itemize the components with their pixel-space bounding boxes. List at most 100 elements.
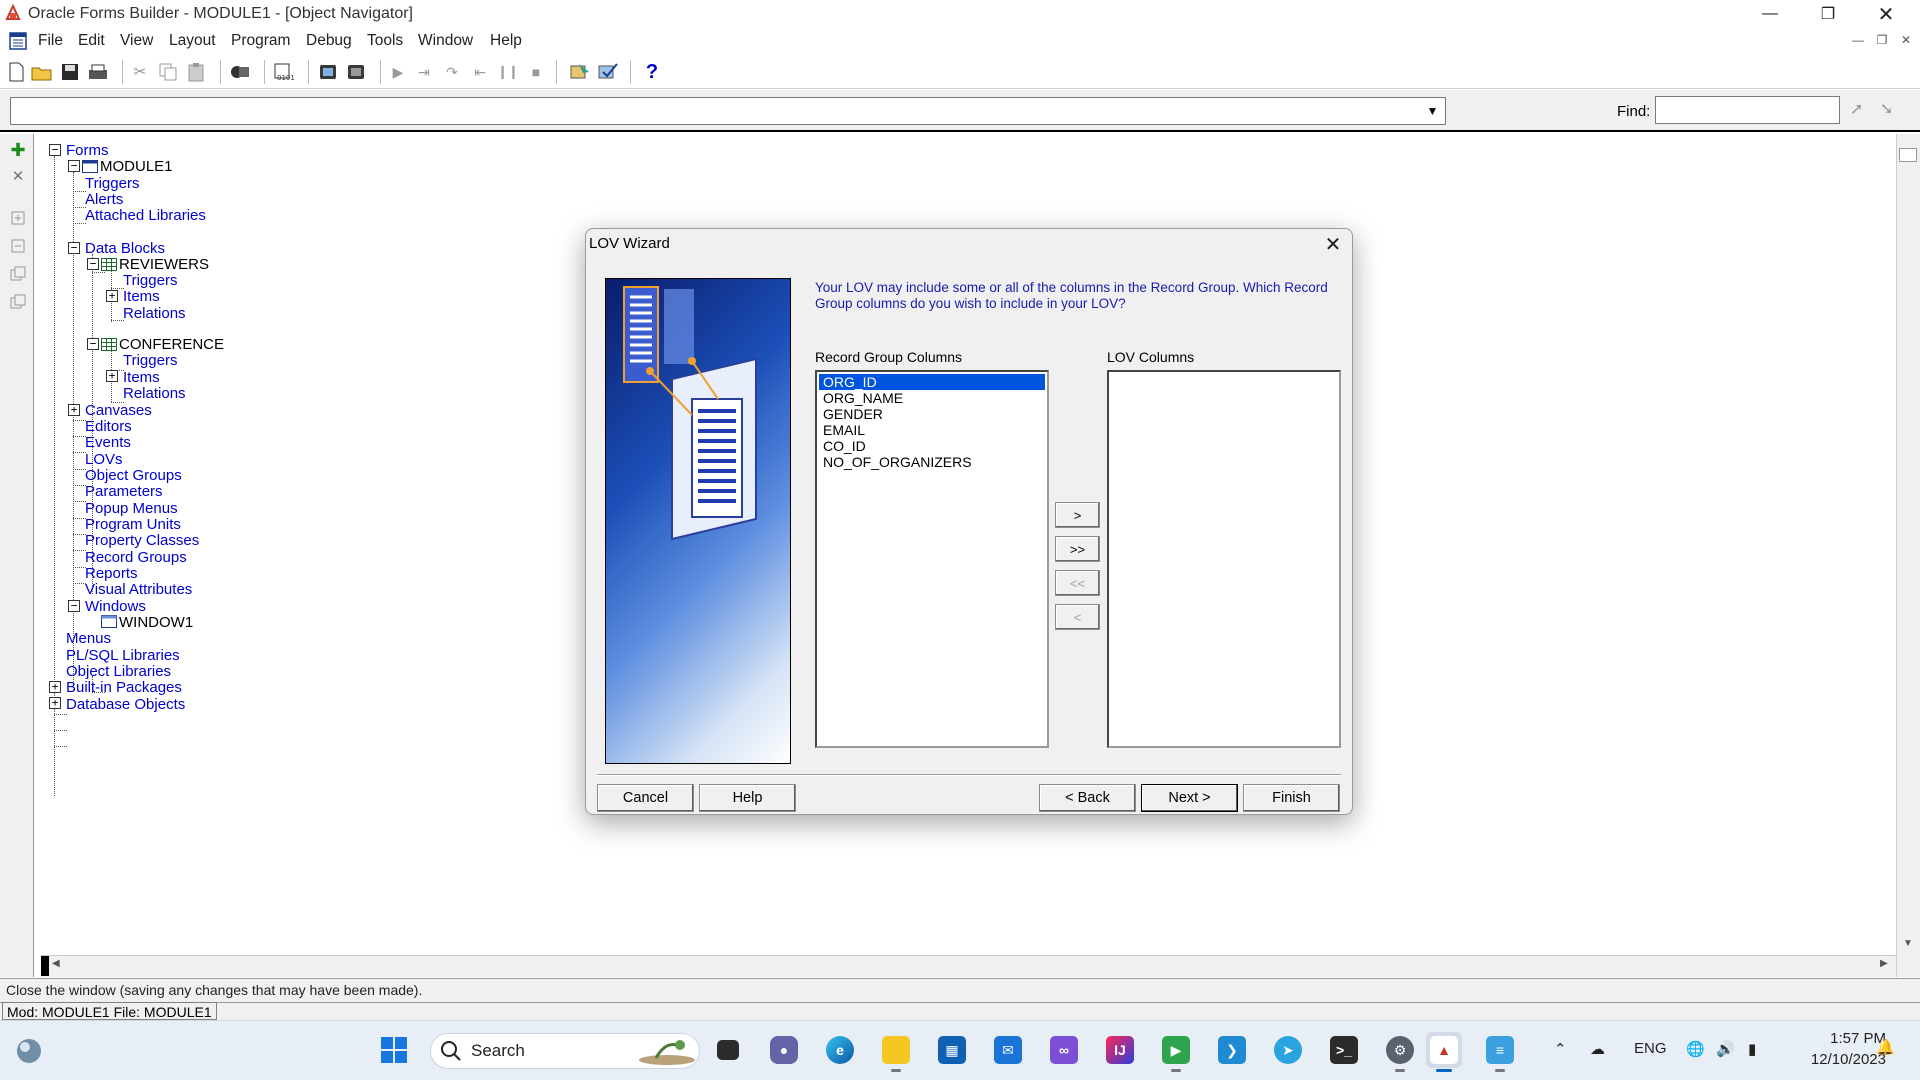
chevron-down-icon[interactable]: ▼	[1420, 98, 1445, 124]
run-debug-icon[interactable]	[568, 60, 592, 84]
horizontal-scrollbar[interactable]	[41, 955, 1896, 977]
debug-go-icon[interactable]: ▶	[386, 60, 410, 84]
scroll-thumb[interactable]	[1899, 148, 1917, 162]
move-selected-right-button[interactable]: >	[1055, 502, 1100, 528]
tree-node-items[interactable]: Items	[123, 369, 160, 386]
language-indicator[interactable]: ENG	[1634, 1040, 1667, 1057]
tree-node-canvases[interactable]: Canvases	[85, 402, 152, 419]
menu-tools[interactable]: Tools	[367, 32, 403, 50]
close-icon[interactable]: ✕	[1858, 0, 1914, 28]
menu-edit[interactable]: Edit	[78, 32, 105, 50]
document-icon[interactable]	[8, 31, 28, 51]
back-button[interactable]: < Back	[1039, 784, 1136, 812]
new-icon[interactable]	[4, 60, 28, 84]
mdi-restore-icon[interactable]: ❐	[1872, 32, 1892, 50]
tree-node-lovs[interactable]: LOVs	[85, 451, 123, 468]
tree-node-module1[interactable]: MODULE1	[100, 158, 173, 175]
tree-node-windows[interactable]: Windows	[85, 598, 146, 615]
clock-date[interactable]: 12/10/2023	[1786, 1051, 1886, 1068]
start-icon[interactable]	[376, 1032, 412, 1068]
tree-node-forms[interactable]: Forms	[66, 142, 109, 159]
scroll-right-icon[interactable]: ▶	[1880, 958, 1894, 974]
vertical-scrollbar[interactable]	[1896, 134, 1920, 977]
teams-chat-icon[interactable]: ●	[766, 1032, 802, 1068]
tree-node-conference[interactable]: CONFERENCE	[119, 336, 224, 353]
vscode-icon[interactable]: ❯	[1214, 1032, 1250, 1068]
create-icon[interactable]: ✚	[8, 140, 28, 160]
copy-icon[interactable]	[156, 60, 180, 84]
check-icon[interactable]	[596, 60, 620, 84]
finish-button[interactable]: Finish	[1243, 784, 1340, 812]
expand-all-icon[interactable]	[8, 264, 28, 284]
tree-node-alerts[interactable]: Alerts	[85, 191, 123, 208]
notepad-icon[interactable]: ≡	[1482, 1032, 1518, 1072]
tree-node-reviewers[interactable]: REVIEWERS	[119, 256, 209, 273]
step-over-icon[interactable]: ↷	[440, 60, 464, 84]
scroll-thumb[interactable]	[41, 956, 49, 976]
tree-node-attached-libraries[interactable]: Attached Libraries	[85, 207, 206, 224]
tree-node-triggers[interactable]: Triggers	[123, 352, 177, 369]
store-icon[interactable]: ▦	[934, 1032, 970, 1068]
tree-node-events[interactable]: Events	[85, 434, 131, 451]
tree-node-visual-attributes[interactable]: Visual Attributes	[85, 581, 192, 598]
minimize-icon[interactable]: —	[1742, 0, 1798, 28]
collapse-all-icon[interactable]	[8, 292, 28, 312]
tree-node-items[interactable]: Items	[123, 288, 160, 305]
list-item[interactable]: NO_OF_ORGANIZERS	[821, 454, 972, 470]
help-button[interactable]: Help	[699, 784, 796, 812]
print-icon[interactable]	[86, 60, 110, 84]
onedrive-icon[interactable]: ☁	[1590, 1040, 1605, 1058]
edge-icon[interactable]: e	[822, 1032, 858, 1068]
settings-gear-icon[interactable]: ⚙	[1382, 1032, 1418, 1072]
list-item[interactable]: GENDER	[821, 406, 883, 422]
cancel-button[interactable]: Cancel	[597, 784, 694, 812]
intellij-icon[interactable]: IJ	[1102, 1032, 1138, 1068]
move-all-left-button[interactable]: <<	[1055, 570, 1100, 596]
tree-node-parameters[interactable]: Parameters	[85, 483, 163, 500]
tree-node-data-blocks[interactable]: Data Blocks	[85, 240, 165, 257]
tree-expand-toggle[interactable]: +	[49, 681, 61, 693]
find-next-icon[interactable]: ➚	[1850, 99, 1872, 121]
media-player-icon[interactable]: ▶	[1158, 1032, 1194, 1072]
pause-icon[interactable]: ❙❙	[496, 60, 520, 84]
tree-node-popup-menus[interactable]: Popup Menus	[85, 500, 178, 517]
move-all-right-button[interactable]: >>	[1055, 536, 1100, 562]
mdi-close-icon[interactable]: ✕	[1896, 32, 1916, 50]
restore-icon[interactable]: ❐	[1800, 0, 1856, 28]
menu-layout[interactable]: Layout	[169, 32, 216, 50]
tree-expand-toggle[interactable]: +	[106, 290, 118, 302]
tree-expand-toggle[interactable]: +	[49, 697, 61, 709]
scroll-down-icon[interactable]: ▼	[1898, 938, 1918, 952]
find-input[interactable]	[1655, 96, 1840, 124]
step-out-icon[interactable]: ⇤	[468, 60, 492, 84]
next-button[interactable]: Next >	[1141, 784, 1238, 812]
stop-icon[interactable]: ■	[524, 60, 548, 84]
tree-node-relations[interactable]: Relations	[123, 385, 186, 402]
menu-file[interactable]: File	[38, 32, 63, 50]
record-group-columns-list[interactable]: ORG_ID ORG_NAME GENDER EMAIL CO_ID NO_OF…	[815, 370, 1049, 748]
tree-node-object-libraries[interactable]: Object Libraries	[66, 663, 171, 680]
lov-columns-list[interactable]	[1107, 370, 1341, 748]
tree-node-menus[interactable]: Menus	[66, 630, 111, 647]
visual-studio-icon[interactable]: ∞	[1046, 1032, 1082, 1068]
tree-expand-toggle[interactable]: +	[68, 404, 80, 416]
context-combobox[interactable]	[10, 97, 1446, 125]
mdi-minimize-icon[interactable]: —	[1848, 32, 1868, 50]
mail-icon[interactable]: ✉	[990, 1032, 1026, 1068]
help-icon[interactable]: ?	[640, 60, 664, 84]
disconnect-icon[interactable]	[344, 60, 368, 84]
tree-node-property-classes[interactable]: Property Classes	[85, 532, 199, 549]
list-item[interactable]: CO_ID	[821, 438, 866, 454]
step-into-icon[interactable]: ⇥	[412, 60, 436, 84]
tree-collapse-toggle[interactable]: −	[68, 242, 80, 254]
menu-window[interactable]: Window	[418, 32, 473, 50]
tree-node-object-groups[interactable]: Object Groups	[85, 467, 182, 484]
tree-node-plsql-libraries[interactable]: PL/SQL Libraries	[66, 647, 180, 664]
tree-node-relations[interactable]: Relations	[123, 305, 186, 322]
menu-help[interactable]: Help	[490, 32, 522, 50]
expand-icon[interactable]	[8, 208, 28, 228]
run-form-icon[interactable]	[228, 60, 252, 84]
collapse-icon[interactable]	[8, 236, 28, 256]
widgets-icon[interactable]	[14, 1036, 44, 1066]
tree-collapse-toggle[interactable]: −	[68, 160, 80, 172]
